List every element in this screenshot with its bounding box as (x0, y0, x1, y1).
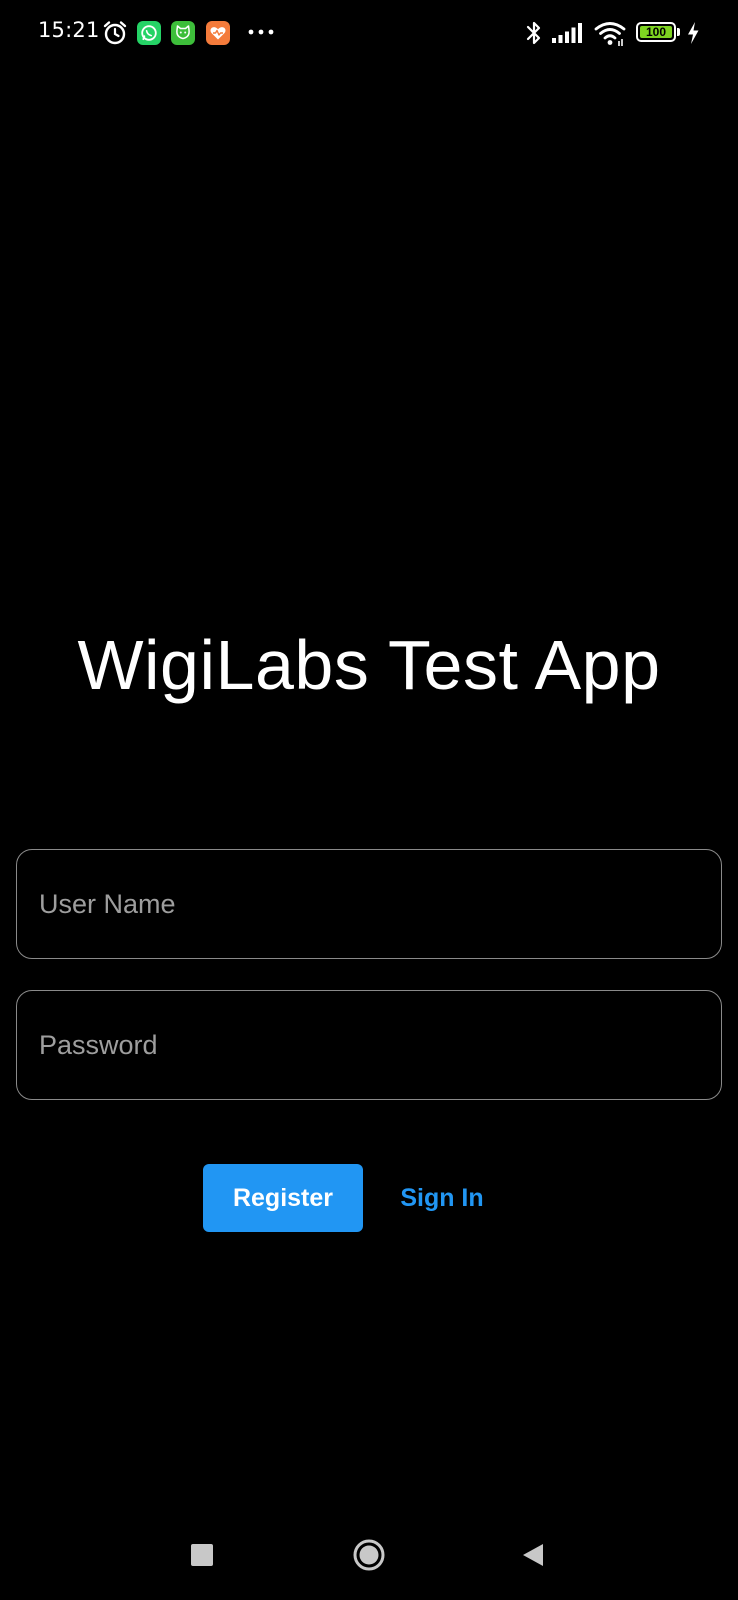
status-bar: 15:21 100 (0, 0, 738, 66)
battery-icon: 100 (636, 22, 676, 42)
bluetooth-icon (526, 21, 541, 45)
username-field[interactable] (16, 849, 722, 959)
battery-terminal (677, 28, 680, 36)
register-button[interactable]: Register (203, 1164, 363, 1232)
home-icon[interactable] (353, 1539, 385, 1571)
more-notifications-icon (248, 29, 274, 35)
cat-app-icon (171, 21, 195, 45)
cellular-signal-icon (552, 23, 582, 43)
whatsapp-icon (137, 21, 161, 45)
battery-level: 100 (640, 26, 672, 38)
wifi-icon (594, 22, 626, 46)
alarm-icon (103, 21, 127, 45)
back-icon[interactable] (521, 1542, 545, 1568)
status-time: 15:21 (38, 18, 100, 42)
sign-in-button[interactable]: Sign In (388, 1164, 496, 1232)
charging-icon (688, 22, 699, 44)
recents-icon[interactable] (191, 1544, 213, 1566)
password-input[interactable] (17, 991, 721, 1099)
health-app-icon (206, 21, 230, 45)
app-title: WigiLabs Test App (77, 626, 661, 704)
password-field[interactable] (16, 990, 722, 1100)
username-input[interactable] (17, 850, 721, 958)
